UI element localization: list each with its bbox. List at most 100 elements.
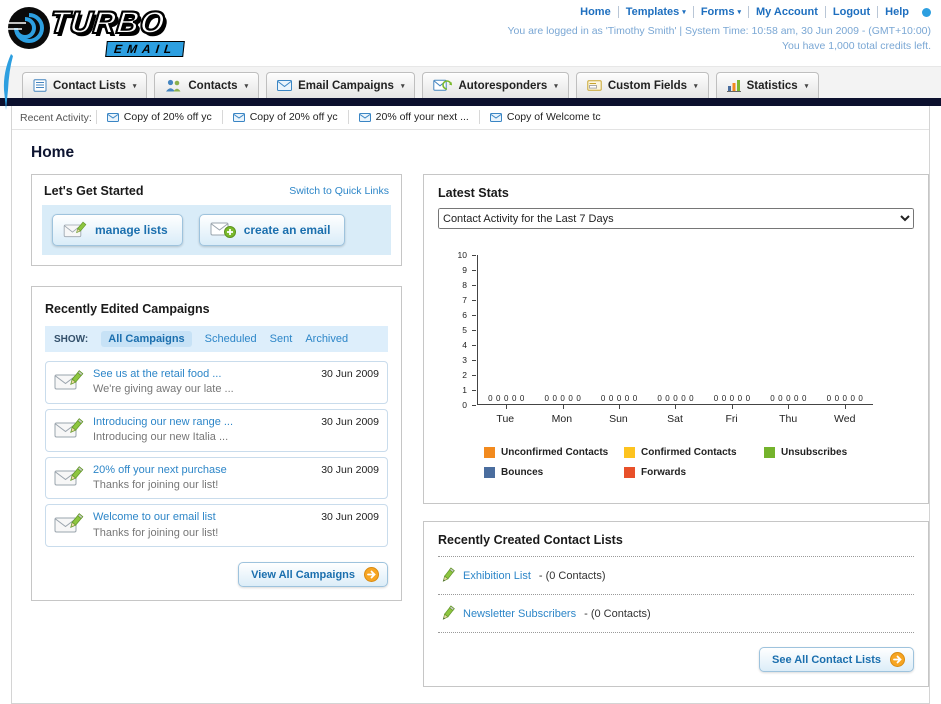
- recent-activity-item[interactable]: Copy of 20% off yc: [221, 110, 348, 125]
- app-logo[interactable]: TURBO EMAIL: [6, 3, 266, 61]
- nav-tab-statistics[interactable]: Statistics ▾: [715, 72, 820, 98]
- bar-value-label: 0: [721, 394, 727, 403]
- campaign-title-link[interactable]: See us at the retail food ...: [93, 367, 234, 382]
- legend-swatch: [624, 447, 635, 458]
- bar-value-label: 0: [624, 394, 630, 403]
- bar-value-label: 0: [560, 394, 565, 403]
- manage-lists-button[interactable]: manage lists: [52, 214, 183, 246]
- get-started-body: manage lists create an email: [42, 205, 391, 255]
- see-all-contact-lists-button[interactable]: See All Contact Lists: [758, 647, 914, 672]
- campaign-title-link[interactable]: 20% off your next purchase: [93, 463, 227, 478]
- left-column: Let's Get Started Switch to Quick Links …: [31, 174, 402, 602]
- y-tick: [472, 330, 476, 331]
- autoresponders-icon: [433, 79, 453, 92]
- bar-value-label: 0: [519, 394, 525, 403]
- campaign-list-item[interactable]: 20% off your next purchase Thanks for joi…: [45, 456, 388, 500]
- bar-value-label: 0: [778, 394, 783, 403]
- campaign-tab-all-campaigns[interactable]: All Campaigns: [101, 331, 192, 347]
- top-nav-templates[interactable]: Templates ▾: [617, 6, 693, 18]
- campaign-tab-scheduled[interactable]: Scheduled: [205, 333, 257, 345]
- nav-tab-email-campaigns[interactable]: Email Campaigns ▾: [266, 72, 416, 98]
- manage-lists-label: manage lists: [95, 223, 168, 237]
- campaign-list: See us at the retail food ... We're givin…: [45, 361, 388, 548]
- y-tick: [472, 270, 476, 271]
- chart-group: 00000: [704, 255, 760, 409]
- y-tick: [472, 360, 476, 361]
- recent-activity-item[interactable]: 20% off your next ...: [347, 110, 479, 125]
- bar-value-label: 0: [544, 394, 549, 403]
- y-tick: [472, 405, 476, 406]
- statistics-icon: [726, 79, 741, 92]
- help-bubble-icon[interactable]: [922, 7, 931, 17]
- chevron-down-icon: ▾: [682, 9, 686, 16]
- chevron-down-icon: ▾: [244, 82, 249, 90]
- top-nav-home[interactable]: Home: [573, 6, 618, 18]
- get-started-title: Let's Get Started: [44, 184, 144, 198]
- bar-value-label: 0: [681, 394, 686, 403]
- campaign-tab-archived[interactable]: Archived: [305, 333, 348, 345]
- login-status: You are logged in as 'Timothy Smith' | S…: [507, 25, 931, 37]
- y-tick-label: 8: [462, 279, 467, 290]
- campaign-list-item[interactable]: Introducing our new range ... Introducing…: [45, 408, 388, 452]
- legend-item-unsubscribes: Unsubscribes: [764, 447, 904, 458]
- chart-group: 00000: [760, 255, 816, 409]
- stats-period-select[interactable]: Contact Activity for the Last 7 Days: [438, 208, 914, 229]
- campaign-text: Welcome to our email list Thanks for join…: [93, 510, 218, 541]
- nav-tab-autoresponders[interactable]: Autoresponders ▾: [422, 72, 569, 98]
- top-nav-my-account[interactable]: My Account: [747, 6, 825, 18]
- right-column: Latest Stats Contact Activity for the La…: [423, 174, 929, 687]
- y-tick-label: 3: [462, 354, 467, 365]
- create-email-button[interactable]: create an email: [198, 214, 346, 246]
- nav-tab-custom-fields[interactable]: Custom Fields ▾: [575, 72, 709, 98]
- y-tick-label: 5: [462, 324, 467, 335]
- y-tick-label: 4: [462, 339, 467, 350]
- view-all-campaigns-button[interactable]: View All Campaigns: [238, 562, 388, 588]
- y-tick-label: 2: [462, 369, 467, 380]
- bar-value-label: 0: [689, 394, 694, 403]
- campaign-date: 30 Jun 2009: [321, 463, 379, 476]
- campaign-list-item[interactable]: See us at the retail food ... We're givin…: [45, 361, 388, 404]
- campaign-tab-sent[interactable]: Sent: [270, 333, 293, 345]
- recent-activity-item[interactable]: Copy of Welcome tc: [478, 110, 611, 125]
- bar-value-label: 0: [496, 394, 501, 403]
- contact-list-link[interactable]: Exhibition List: [463, 570, 531, 582]
- recent-activity-item[interactable]: Copy of 20% off yc: [95, 110, 222, 125]
- top-nav-logout[interactable]: Logout: [824, 6, 877, 18]
- header: TURBO EMAIL Home Templates ▾ Forms ▾ My Accou…: [0, 0, 941, 110]
- campaign-list-item[interactable]: Welcome to our email list Thanks for join…: [45, 504, 388, 548]
- y-tick: [472, 285, 476, 286]
- x-axis-label: Thu: [779, 413, 798, 425]
- contact-list-item[interactable]: Exhibition List - (0 Contacts): [438, 557, 914, 595]
- create-email-label: create an email: [243, 223, 331, 237]
- campaign-title-link[interactable]: Welcome to our email list: [93, 510, 218, 525]
- contact-list-item[interactable]: Newsletter Subscribers - (0 Contacts): [438, 595, 914, 633]
- bar-value-label: 0: [608, 394, 614, 403]
- edit-campaign-icon: [54, 368, 84, 394]
- recent-activity-label: Recent Activity:: [20, 111, 92, 124]
- top-nav-help[interactable]: Help: [877, 6, 916, 18]
- get-started-panel: Let's Get Started Switch to Quick Links …: [31, 174, 402, 266]
- nav-tab-contacts[interactable]: Contacts ▾: [154, 72, 260, 98]
- show-label: SHOW:: [54, 333, 89, 345]
- legend-item-confirmed-contacts: Confirmed Contacts: [624, 447, 764, 458]
- x-axis-label: Sun: [609, 413, 628, 425]
- campaign-subtitle: Thanks for joining our list!: [93, 526, 219, 539]
- campaign-title-link[interactable]: Introducing our new range ...: [93, 415, 233, 430]
- y-tick: [472, 255, 476, 256]
- campaign-filter-tabs: SHOW: All Campaigns Scheduled Sent Archived: [45, 326, 388, 352]
- edit-campaign-icon: [54, 464, 84, 490]
- campaign-subtitle: Thanks for joining our list!: [93, 478, 219, 491]
- bar-value-label: 0: [842, 394, 847, 403]
- chart-group: 00000: [591, 255, 647, 409]
- nav-tab-contact-lists[interactable]: Contact Lists ▾: [22, 72, 148, 98]
- top-nav-forms[interactable]: Forms ▾: [692, 6, 748, 18]
- bar-value-label: 0: [770, 394, 775, 403]
- chevron-down-icon: ▾: [737, 9, 741, 16]
- chart-group: 00000: [534, 255, 590, 409]
- bar-value-label: 0: [568, 394, 573, 403]
- y-tick-label: 7: [462, 294, 467, 305]
- campaign-text: Introducing our new range ... Introducing…: [93, 415, 233, 446]
- y-tick: [472, 390, 476, 391]
- contact-list-link[interactable]: Newsletter Subscribers: [463, 608, 576, 620]
- switch-quick-links-link[interactable]: Switch to Quick Links: [289, 185, 389, 197]
